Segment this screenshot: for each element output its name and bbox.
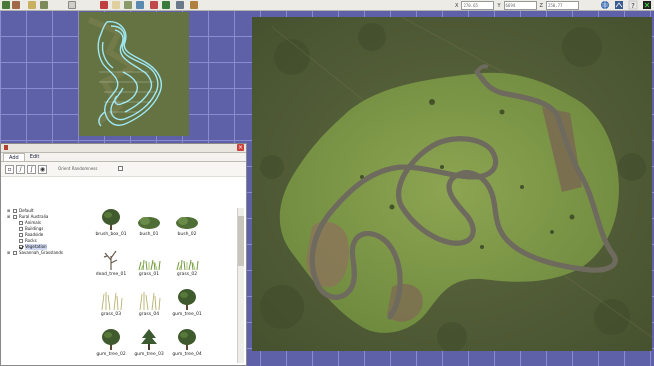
tree-item-checkbox[interactable] [19,221,23,225]
main-terrain-viewport[interactable] [252,17,652,351]
asset-tile[interactable]: grass_02 [167,248,207,288]
tree-item[interactable]: ⊞ Savannah_Grasslands [7,250,85,256]
tree-thumbnail-icon [97,208,125,230]
tree-item-label: Savannah_Grasslands [19,250,63,255]
asset-label: gum_tree_04 [172,352,202,357]
bush-thumbnail-icon [173,208,201,230]
select-tool-icon[interactable]: ▫ [5,164,14,174]
coord-y-label: Y [497,2,501,9]
asset-tile[interactable]: grass_03 [91,288,131,328]
pine-thumbnail-icon [135,328,163,350]
panel-toolbar: ▫ / ∫ ◉ Orient Randomness [1,162,246,177]
coord-y-field[interactable]: 6694 [503,1,537,10]
coord-x-field[interactable]: 270.65 [461,1,495,10]
tool-icon-10[interactable] [150,1,158,9]
minimap[interactable] [79,12,189,136]
asset-label: dead_tree_01 [95,272,127,277]
object-placement-panel: × Add Edit ▫ / ∫ ◉ Orient Randomness ⊞ De… [0,143,247,366]
coord-z-label: Z [539,2,543,9]
tree-item-checkbox[interactable] [19,239,23,243]
asset-tile[interactable]: dead_tree_01 [91,248,131,288]
tool-icon-9[interactable] [136,1,144,9]
line-tool-icon[interactable]: / [16,164,25,174]
asset-grid: brush_box_01 bush_01 bush_02 dead_tree_01 gr… [91,208,235,363]
asset-label: grass_03 [100,312,122,317]
tree-thumbnail-icon [97,328,125,350]
asset-label: bush_01 [139,232,159,237]
orient-randomness-label: Orient Randomness [58,166,98,171]
asset-scrollbar[interactable] [237,208,244,363]
asset-label: bush_02 [177,232,197,237]
asset-label: grass_04 [138,312,160,317]
coordinate-readout: X 270.65 Y 6694 Z 250.77 [455,1,579,10]
tree-thumbnail-icon [173,288,201,310]
asset-tile[interactable]: bush_02 [167,208,207,248]
coord-z-field[interactable]: 250.77 [545,1,579,10]
orient-randomness: Orient Randomness [58,166,124,171]
asset-tile[interactable]: grass_01 [129,248,169,288]
tree-expander-icon[interactable]: ⊞ [7,250,11,256]
grass-thumbnail-icon [173,248,201,271]
tree-thumbnail-icon [173,328,201,350]
coord-x-label: X [455,2,459,9]
tool-icon-5[interactable] [68,1,76,9]
tool-icon-13[interactable] [190,1,198,9]
tool-icon-3[interactable] [28,1,36,9]
tool-icon-2[interactable] [12,1,20,9]
tool-icon-6[interactable] [100,1,108,9]
panel-tabs: Add Edit [1,153,246,162]
close-icon[interactable] [642,0,652,10]
tab-edit[interactable]: Edit [25,153,45,161]
tool-icon-11[interactable] [162,1,170,9]
asset-label: gum_tree_01 [172,312,202,317]
tool-icon-7[interactable] [112,1,120,9]
svg-text:?: ? [631,2,635,10]
tree-item-checkbox[interactable] [19,227,23,231]
dead-thumbnail-icon [97,248,125,270]
tree-item-checkbox[interactable] [19,245,23,249]
top-toolbar: X 270.65 Y 6694 Z 250.77 ? [0,0,654,11]
bush-thumbnail-icon [135,208,163,230]
tool-icon-1[interactable] [2,1,10,9]
terrain-view [252,17,652,351]
asset-label: gum_tree_02 [96,352,126,357]
asset-scrollbar-thumb[interactable] [238,216,244,266]
tool-icon-12[interactable] [176,1,184,9]
tree-item-checkbox[interactable] [19,233,23,237]
asset-label: brush_box_01 [95,232,127,237]
help-icon[interactable]: ? [628,0,638,10]
tab-add[interactable]: Add [3,153,25,161]
asset-label: grass_01 [138,272,160,277]
tree-expander-icon[interactable]: ⊞ [7,214,11,220]
tool-icon-8[interactable] [124,1,132,9]
asset-label: gum_tree_03 [134,352,164,357]
asset-tile[interactable]: gum_tree_03 [129,328,169,363]
asset-tile[interactable]: gum_tree_02 [91,328,131,363]
tree-item-checkbox[interactable] [13,215,17,219]
category-tree: ⊞ Default ⊞ Rural Australia Animals Buildings… [7,208,85,256]
asset-tile[interactable]: bush_01 [129,208,169,248]
grass-tall-thumbnail-icon [97,288,125,311]
asset-tile[interactable]: gum_tree_01 [167,288,207,328]
minimap-terrain [79,12,189,136]
brush-tool-icon[interactable]: ∫ [27,164,36,174]
tool-icon-4[interactable] [40,1,48,9]
tree-item-checkbox[interactable] [13,251,17,255]
panel-grip-icon [4,145,8,150]
tree-item-checkbox[interactable] [13,209,17,213]
settings-icon[interactable] [614,0,624,10]
grass-thumbnail-icon [135,248,163,271]
panel-close-button[interactable]: × [237,144,244,151]
asset-tile[interactable]: brush_box_01 [91,208,131,248]
fill-tool-icon[interactable]: ◉ [38,164,47,174]
orient-randomness-checkbox[interactable] [118,166,124,171]
panel-titlebar[interactable]: × [1,144,246,153]
grass-tall-thumbnail-icon [135,288,163,311]
asset-tile[interactable]: grass_04 [129,288,169,328]
globe-icon[interactable] [600,0,610,10]
asset-label: grass_02 [176,272,198,277]
asset-tile[interactable]: gum_tree_04 [167,328,207,363]
